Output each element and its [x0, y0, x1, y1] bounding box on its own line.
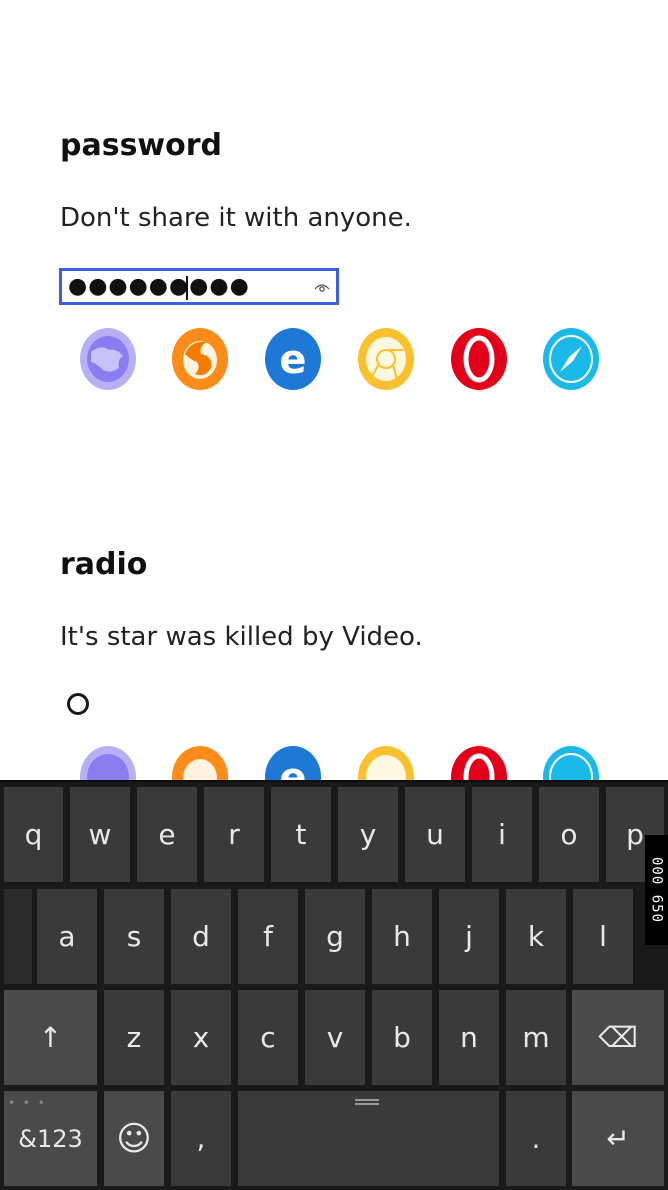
key-c[interactable]: c	[238, 990, 298, 1085]
chrome-icon	[358, 328, 414, 390]
edge-icon: e	[265, 746, 321, 780]
key-j[interactable]: j	[439, 889, 499, 984]
key-d[interactable]: d	[171, 889, 231, 984]
opera-icon	[451, 746, 507, 780]
password-section-description: Don't share it with anyone.	[60, 203, 412, 233]
key-l[interactable]: l	[573, 889, 633, 984]
key-o[interactable]: o	[539, 787, 599, 882]
key-b[interactable]: b	[372, 990, 432, 1085]
side-badge: 000 650	[645, 835, 668, 945]
key-v[interactable]: v	[305, 990, 365, 1085]
radio-section-description: It's star was killed by Video.	[60, 622, 423, 652]
text-caret	[186, 276, 188, 300]
key-f[interactable]: f	[238, 889, 298, 984]
space-key[interactable]	[238, 1091, 499, 1186]
safari-icon	[543, 328, 599, 390]
password-value: ●●●●●●●●●	[68, 274, 250, 299]
ie-icon	[80, 328, 136, 390]
browser-icons-row-2: e	[0, 746, 668, 780]
key-z[interactable]: z	[104, 990, 164, 1085]
key-y[interactable]: y	[338, 787, 398, 882]
radio-button[interactable]	[67, 693, 89, 715]
edge-icon: e	[265, 328, 321, 390]
key-e[interactable]: e	[137, 787, 197, 882]
more-options-icon[interactable]: • • •	[8, 1096, 47, 1110]
chrome-icon	[358, 746, 414, 780]
emoji-key[interactable]: ☺	[104, 1091, 164, 1186]
key-t[interactable]: t	[271, 787, 331, 882]
key-k[interactable]: k	[506, 889, 566, 984]
key-u[interactable]: u	[405, 787, 465, 882]
key-r[interactable]: r	[204, 787, 264, 882]
key-spacer-left	[4, 889, 32, 984]
period-key[interactable]: .	[506, 1091, 566, 1186]
key-n[interactable]: n	[439, 990, 499, 1085]
key-s[interactable]: s	[104, 889, 164, 984]
key-x[interactable]: x	[171, 990, 231, 1085]
shift-key[interactable]: ↑	[4, 990, 97, 1085]
browser-icons-row: e	[0, 328, 668, 398]
keyboard-drag-handle-icon[interactable]	[355, 1099, 379, 1105]
key-m[interactable]: m	[506, 990, 566, 1085]
password-input[interactable]: ●●●●●●●●●	[59, 268, 339, 305]
key-h[interactable]: h	[372, 889, 432, 984]
svg-text:e: e	[279, 755, 306, 780]
password-section-title: password	[60, 128, 223, 163]
key-a[interactable]: a	[37, 889, 97, 984]
firefox-icon	[172, 328, 228, 390]
reveal-password-icon[interactable]	[314, 280, 330, 294]
firefox-icon	[172, 746, 228, 780]
radio-section-title: radio	[60, 547, 148, 582]
enter-key[interactable]: ↵	[572, 1091, 664, 1186]
key-g[interactable]: g	[305, 889, 365, 984]
opera-icon	[451, 328, 507, 390]
form-page: password Don't share it with anyone. ●●●…	[0, 0, 668, 780]
key-i[interactable]: i	[472, 787, 532, 882]
safari-icon	[543, 746, 599, 780]
svg-text:e: e	[279, 337, 306, 383]
key-q[interactable]: q	[4, 787, 63, 882]
ie-icon	[80, 746, 136, 780]
key-w[interactable]: w	[70, 787, 130, 882]
comma-key[interactable]: ,	[171, 1091, 231, 1186]
backspace-key[interactable]: ⌫	[572, 990, 664, 1085]
